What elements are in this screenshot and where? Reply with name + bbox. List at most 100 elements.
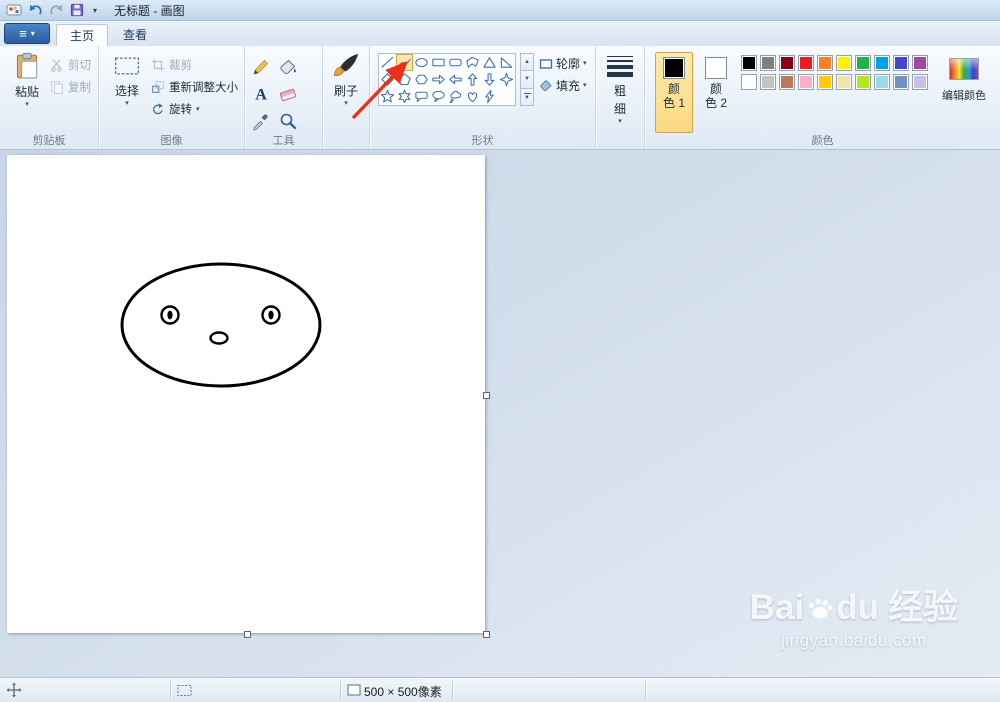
- shapes-group-label: 形状: [471, 135, 494, 147]
- outline-button[interactable]: 轮廓 ▾: [539, 55, 587, 72]
- paste-label: 粘贴: [14, 85, 39, 99]
- save-button[interactable]: [67, 2, 87, 19]
- status-divider: [452, 681, 453, 699]
- canvas-resize-handle-corner[interactable]: [483, 631, 490, 638]
- palette-swatch-7092be[interactable]: [893, 74, 909, 90]
- shape-up-arrow-icon[interactable]: [464, 71, 481, 88]
- shape-curve-icon[interactable]: [396, 54, 413, 71]
- shape-five-point-star-icon[interactable]: [379, 88, 396, 105]
- copy-button[interactable]: 复制: [50, 77, 91, 97]
- shapes-expand-button[interactable]: ▼: [520, 87, 534, 106]
- palette-swatch-efe4b0[interactable]: [836, 74, 852, 90]
- fill-tool-button[interactable]: [275, 54, 301, 80]
- paste-caret-icon: ▾: [25, 101, 29, 108]
- palette-swatch-ed1c24[interactable]: [798, 55, 814, 71]
- brush-icon: [331, 51, 361, 81]
- canvas-resize-handle-bottom[interactable]: [244, 631, 251, 638]
- ribbon: 粘贴 ▾ 剪切 复制 剪贴板 选择 ▾ 裁剪 重新调整大小 旋转 ▾ 图像 A …: [0, 46, 1000, 150]
- color1-button[interactable]: 颜 色 1: [655, 52, 693, 133]
- shape-right-arrow-icon[interactable]: [430, 71, 447, 88]
- shape-heart-icon[interactable]: [464, 88, 481, 105]
- rotate-icon: [151, 102, 165, 116]
- edit-colors-icon: [949, 58, 979, 80]
- palette-swatch-00a2e8[interactable]: [874, 55, 890, 71]
- select-caret-icon: ▾: [125, 100, 129, 107]
- rotate-caret-icon: ▾: [196, 105, 200, 113]
- palette-swatch-c3c3c3[interactable]: [760, 74, 776, 90]
- shapes-scroll-up-button[interactable]: ▲: [520, 53, 534, 72]
- shape-rounded-rectangle-icon[interactable]: [447, 54, 464, 71]
- palette-swatch-3f48cc[interactable]: [893, 55, 909, 71]
- palette-swatch-000000[interactable]: [741, 55, 757, 71]
- color2-label-2: 色 2: [704, 96, 727, 110]
- outline-label: 轮廓: [556, 57, 581, 71]
- resize-icon: [151, 80, 165, 94]
- color-picker-tool-button[interactable]: [248, 108, 274, 134]
- tab-view[interactable]: 查看: [110, 24, 160, 46]
- shape-rounded-callout-icon[interactable]: [413, 88, 430, 105]
- cut-button[interactable]: 剪切: [50, 55, 91, 75]
- palette-swatch-880015[interactable]: [779, 55, 795, 71]
- crop-label: 裁剪: [169, 60, 192, 72]
- shape-down-arrow-icon[interactable]: [481, 71, 498, 88]
- shapes-scroll-down-button[interactable]: ▼: [520, 70, 534, 89]
- shape-fill-button[interactable]: 填充 ▾: [539, 77, 587, 94]
- drawing-canvas[interactable]: [7, 155, 485, 633]
- paste-button[interactable]: 粘贴 ▾: [6, 51, 48, 108]
- palette-swatch-ff7f27[interactable]: [817, 55, 833, 71]
- shape-left-arrow-icon[interactable]: [447, 71, 464, 88]
- shape-oval-icon[interactable]: [413, 54, 430, 71]
- crop-icon: [151, 58, 165, 72]
- shape-cloud-callout-icon[interactable]: [447, 88, 464, 105]
- color2-button[interactable]: 颜 色 2: [697, 52, 735, 133]
- file-menu-button[interactable]: ≡ ▾: [4, 23, 50, 44]
- shape-pentagon-icon[interactable]: [396, 71, 413, 88]
- shape-oval-callout-icon[interactable]: [430, 88, 447, 105]
- shape-right-triangle-icon[interactable]: [498, 54, 515, 71]
- magnifier-tool-button[interactable]: [275, 108, 301, 134]
- rotate-label: 旋转: [169, 104, 192, 116]
- watermark-brand-prefix: Bai: [749, 588, 805, 627]
- palette-swatch-ffaec9[interactable]: [798, 74, 814, 90]
- tools-group-label: 工具: [272, 135, 295, 147]
- palette-swatch-ffc90e[interactable]: [817, 74, 833, 90]
- palette-swatch-7f7f7f[interactable]: [760, 55, 776, 71]
- shape-diamond-icon[interactable]: [379, 71, 396, 88]
- status-bar: 500 × 500像素: [0, 677, 1000, 702]
- palette-swatch-99d9ea[interactable]: [874, 74, 890, 90]
- brushes-label: 刷子: [333, 84, 358, 98]
- customize-qat-dropdown-icon[interactable]: ▾: [93, 6, 97, 15]
- fill-icon: [280, 59, 296, 75]
- crop-button[interactable]: 裁剪: [151, 55, 192, 75]
- palette-swatch-a349a4[interactable]: [912, 55, 928, 71]
- shape-six-point-star-icon[interactable]: [396, 88, 413, 105]
- shape-hexagon-icon[interactable]: [413, 71, 430, 88]
- edit-colors-button[interactable]: 编辑颜色: [935, 52, 993, 133]
- brushes-button[interactable]: 刷子 ▾: [326, 51, 366, 107]
- shape-lightning-icon[interactable]: [481, 88, 498, 105]
- palette-swatch-b97a57[interactable]: [779, 74, 795, 90]
- shape-line-icon[interactable]: [379, 54, 396, 71]
- palette-swatch-22b14c[interactable]: [855, 55, 871, 71]
- palette-swatch-ffffff[interactable]: [741, 74, 757, 90]
- eraser-tool-button[interactable]: [275, 81, 301, 107]
- select-button[interactable]: 选择 ▾: [105, 51, 149, 107]
- pencil-tool-button[interactable]: [248, 54, 274, 80]
- palette-swatch-b5e61d[interactable]: [855, 74, 871, 90]
- canvas-resize-handle-right[interactable]: [483, 392, 490, 399]
- status-divider: [170, 681, 171, 699]
- edit-colors-label: 编辑颜色: [942, 90, 986, 102]
- rotate-button[interactable]: 旋转 ▾: [151, 99, 200, 119]
- undo-button[interactable]: [25, 2, 45, 19]
- shape-rectangle-icon[interactable]: [430, 54, 447, 71]
- palette-swatch-c8bfe7[interactable]: [912, 74, 928, 90]
- size-button[interactable]: 粗 细 ▾: [600, 51, 640, 125]
- shape-four-point-star-icon[interactable]: [498, 71, 515, 88]
- shape-polygon-icon[interactable]: [464, 54, 481, 71]
- tab-home[interactable]: 主页: [56, 24, 109, 46]
- resize-button[interactable]: 重新调整大小: [151, 77, 238, 97]
- text-tool-button[interactable]: A: [248, 81, 274, 107]
- redo-button[interactable]: [46, 2, 66, 19]
- shape-triangle-icon[interactable]: [481, 54, 498, 71]
- palette-swatch-fff200[interactable]: [836, 55, 852, 71]
